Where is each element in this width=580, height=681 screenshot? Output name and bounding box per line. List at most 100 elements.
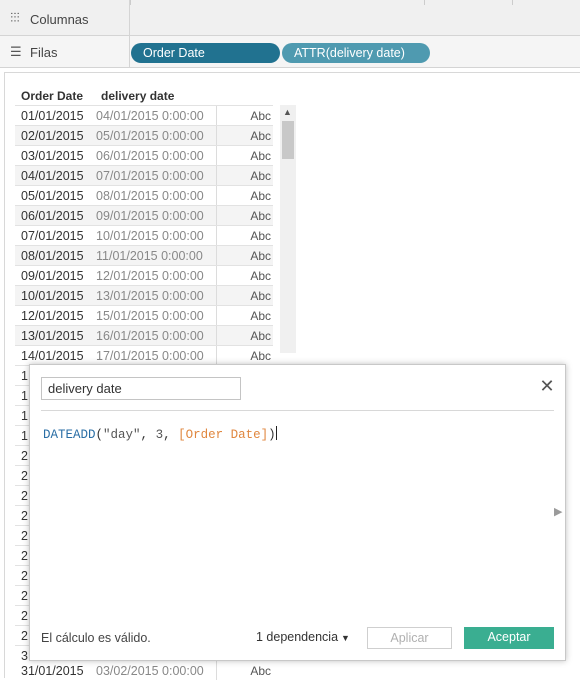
formula-number-arg: 3 <box>155 428 164 442</box>
delivery-date-cell: 11/01/2015 0:00:00 <box>96 249 203 263</box>
rows-shelf-label: Filas <box>30 45 58 60</box>
order-date-cell: 08/01/2015 <box>21 249 84 263</box>
order-date-cell: 14/01/2015 <box>21 349 84 363</box>
table-row[interactable]: 01/01/2015 04/01/2015 0:00:00 Abc <box>15 105 273 125</box>
order-date-cell-partial: 2 <box>21 549 28 563</box>
type-cell: Abc <box>216 286 273 305</box>
table-row[interactable]: 31/01/2015 03/02/2015 0:00:00 Abc <box>15 661 273 681</box>
order-date-cell: 07/01/2015 <box>21 229 84 243</box>
table-row[interactable]: 12/01/2015 15/01/2015 0:00:00 Abc <box>15 305 273 325</box>
delivery-date-cell: 09/01/2015 0:00:00 <box>96 209 204 223</box>
table-row[interactable]: 04/01/2015 07/01/2015 0:00:00 Abc <box>15 165 273 185</box>
column-header-order-date[interactable]: Order Date <box>21 89 83 103</box>
formula-string-arg: "day" <box>103 428 141 442</box>
divider <box>512 0 513 5</box>
columns-shelf[interactable]: ⫶⫶⫶ Columnas <box>0 0 580 36</box>
type-cell: Abc <box>216 661 273 680</box>
order-date-cell: 12/01/2015 <box>21 309 84 323</box>
table-row[interactable]: 03/01/2015 06/01/2015 0:00:00 Abc <box>15 145 273 165</box>
dependency-label: 1 dependencia <box>256 630 339 644</box>
caret-down-icon: ▼ <box>341 633 350 643</box>
scroll-thumb[interactable] <box>282 121 294 159</box>
rows-icon: ☰ <box>10 44 22 59</box>
type-cell: Abc <box>216 246 273 265</box>
divider <box>41 410 554 411</box>
formula-function: DATEADD <box>43 428 96 442</box>
delivery-date-cell: 16/01/2015 0:00:00 <box>96 329 204 343</box>
order-date-cell-partial: 2 <box>21 629 28 643</box>
order-date-cell: 06/01/2015 <box>21 209 84 223</box>
type-cell: Abc <box>216 146 273 165</box>
delivery-date-cell: 13/01/2015 0:00:00 <box>96 289 204 303</box>
delivery-date-cell: 03/02/2015 0:00:00 <box>96 664 204 678</box>
accept-button[interactable]: Aceptar <box>464 627 554 649</box>
divider <box>424 0 425 5</box>
columns-shelf-label: Columnas <box>30 12 89 27</box>
formula-field-arg: [Order Date] <box>178 428 269 442</box>
table-row[interactable]: 08/01/2015 11/01/2015 0:00:00 Abc <box>15 245 273 265</box>
calculation-name-input[interactable] <box>41 377 241 400</box>
pill-attr-delivery-date[interactable]: ATTR(delivery date) <box>282 43 430 63</box>
order-date-cell: 09/01/2015 <box>21 269 84 283</box>
table-row[interactable]: 02/01/2015 05/01/2015 0:00:00 Abc <box>15 125 273 145</box>
order-date-cell-partial: 1 <box>21 429 28 443</box>
formula-separator: , <box>140 428 156 442</box>
table-row[interactable]: 10/01/2015 13/01/2015 0:00:00 Abc <box>15 285 273 305</box>
rows-shelf[interactable]: ☰ Filas Order Date ATTR(delivery date) <box>0 36 580 68</box>
order-date-cell: 01/01/2015 <box>21 109 84 123</box>
text-caret <box>275 426 277 440</box>
table-row[interactable]: 07/01/2015 10/01/2015 0:00:00 Abc <box>15 225 273 245</box>
vertical-scrollbar[interactable]: ▲ <box>280 105 296 353</box>
table-row[interactable]: 09/01/2015 12/01/2015 0:00:00 Abc <box>15 265 273 285</box>
validation-status: El cálculo es válido. <box>41 631 151 645</box>
order-date-cell: 31/01/2015 <box>21 664 84 678</box>
type-cell: Abc <box>216 306 273 325</box>
delivery-date-cell: 05/01/2015 0:00:00 <box>96 129 204 143</box>
dependency-dropdown[interactable]: 1 dependencia ▼ <box>256 630 350 644</box>
table-row[interactable]: 14/01/2015 17/01/2015 0:00:00 Abc <box>15 345 273 365</box>
type-cell: Abc <box>216 186 273 205</box>
order-date-cell-partial: 2 <box>21 509 28 523</box>
type-cell: Abc <box>216 166 273 185</box>
type-cell: Abc <box>216 266 273 285</box>
formula-editor[interactable]: DATEADD("day", 3, [Order Date]) <box>43 426 277 442</box>
table-row[interactable]: 13/01/2015 16/01/2015 0:00:00 Abc <box>15 325 273 345</box>
apply-button[interactable]: Aplicar <box>367 627 452 649</box>
delivery-date-cell: 15/01/2015 0:00:00 <box>96 309 204 323</box>
order-date-cell: 04/01/2015 <box>21 169 84 183</box>
order-date-cell: 03/01/2015 <box>21 149 84 163</box>
type-cell: Abc <box>216 106 273 125</box>
formula-paren-open: ( <box>95 428 104 442</box>
type-cell: Abc <box>216 126 273 145</box>
expand-right-icon[interactable]: ▶ <box>554 505 562 518</box>
delivery-date-cell: 04/01/2015 0:00:00 <box>96 109 204 123</box>
delivery-date-cell: 06/01/2015 0:00:00 <box>96 149 204 163</box>
rows-shelf-label-area: ☰ Filas <box>0 36 130 67</box>
type-cell: Abc <box>216 346 273 365</box>
order-date-cell-partial: 2 <box>21 489 28 503</box>
order-date-cell-partial: 2 <box>21 569 28 583</box>
order-date-cell: 10/01/2015 <box>21 289 84 303</box>
delivery-date-cell: 12/01/2015 0:00:00 <box>96 269 204 283</box>
delivery-date-cell: 17/01/2015 0:00:00 <box>96 349 204 363</box>
type-cell: Abc <box>216 326 273 345</box>
column-header-delivery-date[interactable]: delivery date <box>101 89 174 103</box>
order-date-cell: 02/01/2015 <box>21 129 84 143</box>
delivery-date-cell: 08/01/2015 0:00:00 <box>96 189 204 203</box>
type-cell: Abc <box>216 206 273 225</box>
calculation-editor-dialog: ✕ DATEADD("day", 3, [Order Date]) ▶ El c… <box>29 364 566 661</box>
order-date-cell-partial: 2 <box>21 469 28 483</box>
table-row[interactable]: 05/01/2015 08/01/2015 0:00:00 Abc <box>15 185 273 205</box>
table-row[interactable]: 06/01/2015 09/01/2015 0:00:00 Abc <box>15 205 273 225</box>
scroll-up-icon[interactable]: ▲ <box>283 107 292 117</box>
type-cell: Abc <box>216 226 273 245</box>
columns-icon: ⫶⫶⫶ <box>10 10 20 25</box>
order-date-cell: 05/01/2015 <box>21 189 84 203</box>
order-date-cell-partial: 2 <box>21 529 28 543</box>
delivery-date-cell: 07/01/2015 0:00:00 <box>96 169 204 183</box>
close-icon[interactable]: ✕ <box>539 377 555 395</box>
order-date-cell-partial: 2 <box>21 589 28 603</box>
order-date-cell-partial: 2 <box>21 609 28 623</box>
order-date-cell-partial: 1 <box>21 369 28 383</box>
pill-order-date[interactable]: Order Date <box>131 43 280 63</box>
